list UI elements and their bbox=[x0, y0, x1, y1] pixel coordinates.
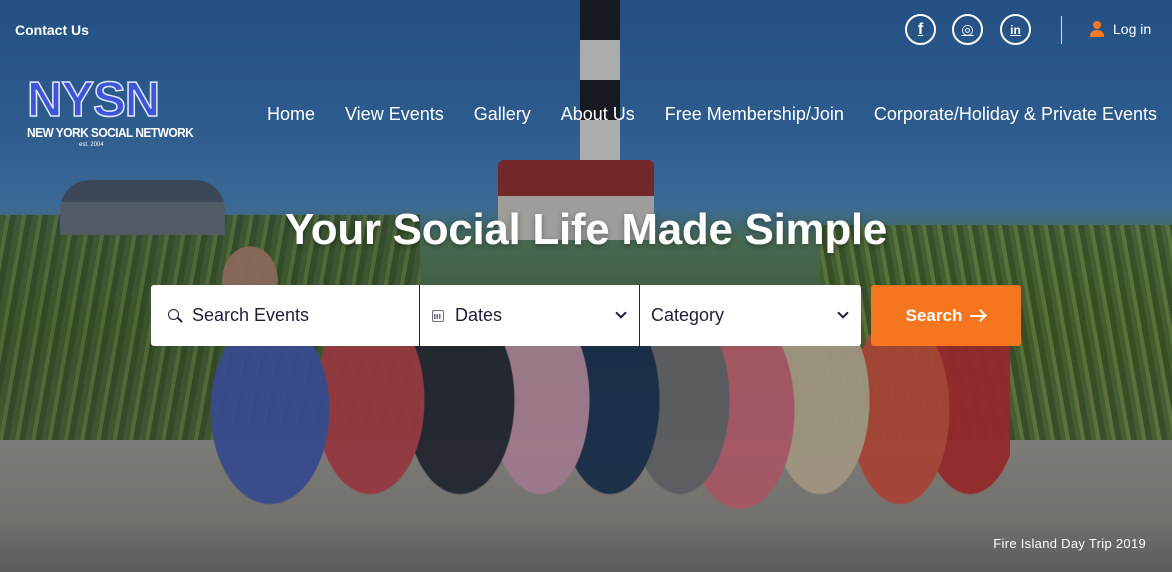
search-icon bbox=[168, 308, 183, 323]
nav-free-membership[interactable]: Free Membership/Join bbox=[650, 104, 859, 125]
logo-established: est. 2004 bbox=[79, 142, 104, 148]
search-button-label: Search bbox=[905, 305, 963, 325]
search-events-field[interactable] bbox=[151, 285, 420, 346]
main-nav: Home View Events Gallery About Us Free M… bbox=[252, 104, 1157, 125]
login-label: Log in bbox=[1113, 21, 1152, 37]
instagram-icon[interactable]: ◎ bbox=[952, 14, 983, 45]
logo-subtitle: NEW YORK SOCIAL NETWORK bbox=[27, 125, 194, 140]
category-dropdown[interactable]: Category bbox=[640, 285, 861, 346]
hero-headline: Your Social Life Made Simple bbox=[284, 205, 888, 254]
site-logo[interactable]: NYSN NEW YORK SOCIAL NETWORK est. 2004 bbox=[26, 73, 194, 148]
search-button[interactable]: Search bbox=[871, 285, 1021, 346]
dates-dropdown[interactable]: Dates bbox=[420, 285, 640, 346]
contact-us-link[interactable]: Contact Us bbox=[15, 22, 89, 38]
nav-view-events[interactable]: View Events bbox=[330, 104, 459, 125]
chevron-down-icon bbox=[615, 307, 627, 319]
logo-wordmark: NYSN bbox=[26, 73, 161, 127]
search-panel: Dates Category bbox=[151, 285, 861, 346]
topbar-divider bbox=[1061, 16, 1062, 44]
nav-about-us[interactable]: About Us bbox=[546, 104, 650, 125]
chevron-down-icon bbox=[837, 307, 849, 319]
linkedin-icon[interactable]: in bbox=[1000, 14, 1031, 45]
nav-corporate-events[interactable]: Corporate/Holiday & Private Events bbox=[859, 104, 1157, 125]
photo-caption: Fire Island Day Trip 2019 bbox=[993, 536, 1146, 551]
search-events-input[interactable] bbox=[192, 305, 412, 326]
calendar-icon bbox=[432, 309, 444, 322]
arrow-right-icon bbox=[970, 308, 988, 323]
dates-label: Dates bbox=[455, 305, 503, 325]
login-link[interactable]: Log in bbox=[1090, 21, 1151, 37]
user-icon bbox=[1090, 21, 1104, 37]
nav-gallery[interactable]: Gallery bbox=[459, 104, 546, 125]
nav-home[interactable]: Home bbox=[252, 104, 330, 125]
facebook-icon[interactable]: f bbox=[905, 14, 936, 45]
category-label: Category bbox=[651, 305, 725, 325]
